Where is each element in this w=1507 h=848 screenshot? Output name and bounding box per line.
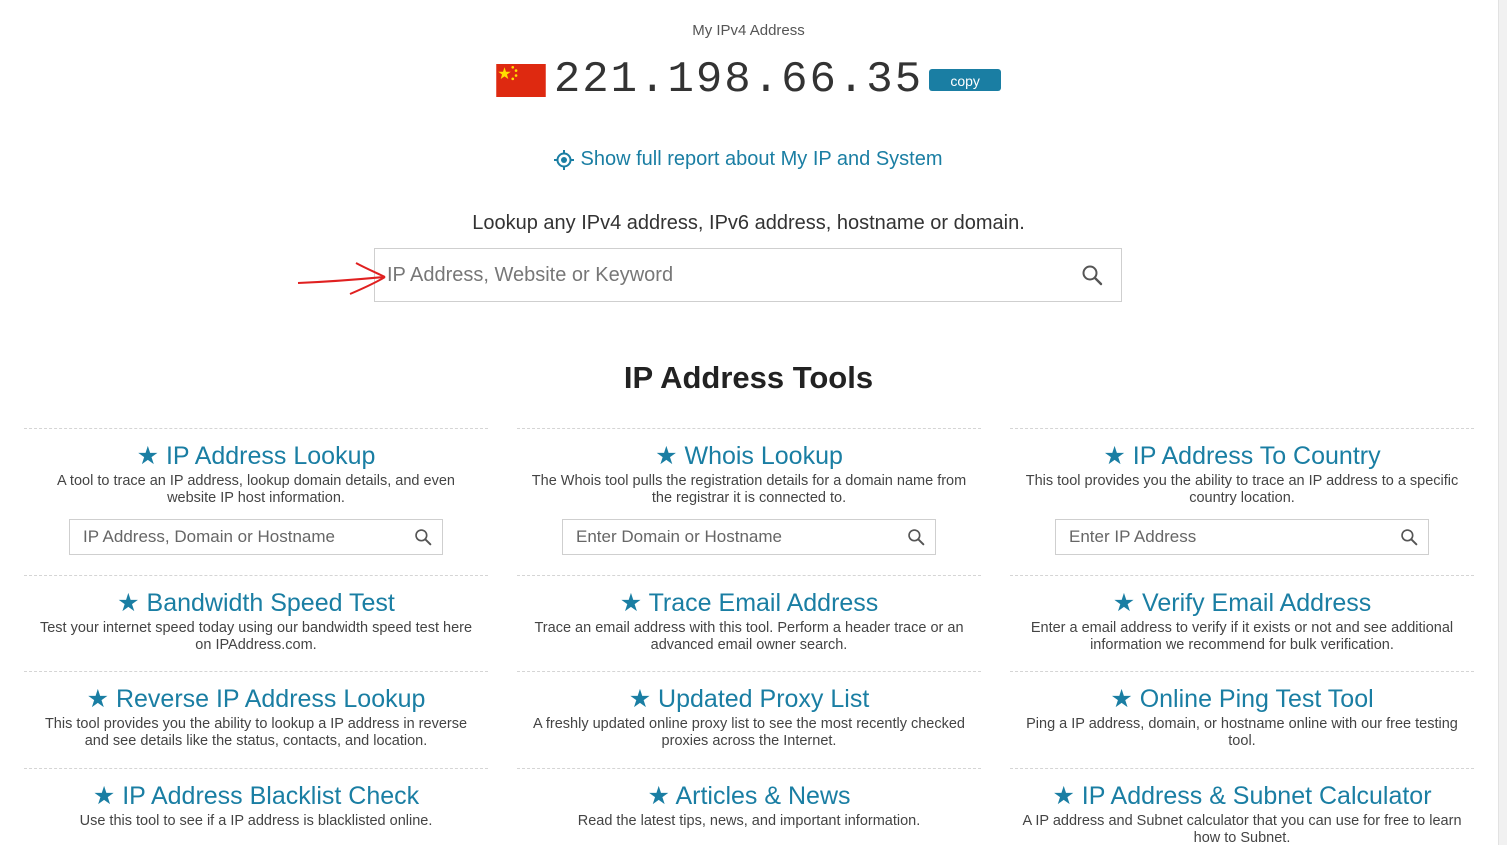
tool-title[interactable]: ★ Trace Email Address — [517, 588, 981, 618]
tool-description: This tool provides you the ability to lo… — [44, 716, 468, 749]
tool-title[interactable]: ★ IP Address To Country — [1010, 441, 1474, 471]
main-search-input[interactable] — [375, 254, 1069, 296]
tool-title[interactable]: ★ Articles & News — [517, 781, 981, 811]
tool-verify-email: ★ Verify Email Address Enter a email add… — [1010, 575, 1474, 671]
red-arrow-annotation — [297, 262, 386, 295]
tool-ping-test: ★ Online Ping Test Tool Ping a IP addres… — [1010, 671, 1474, 768]
tool-whois-lookup: ★ Whois Lookup The Whois tool pulls the … — [517, 428, 981, 575]
tool-title[interactable]: ★ Updated Proxy List — [517, 684, 981, 714]
tool-title[interactable]: ★ IP Address Blacklist Check — [24, 781, 488, 811]
search-icon[interactable] — [1081, 264, 1103, 286]
tool-ip-blacklist-check: ★ IP Address Blacklist Check Use this to… — [24, 768, 488, 848]
tool-title[interactable]: ★ Whois Lookup — [517, 441, 981, 471]
tool-title[interactable]: ★ Bandwidth Speed Test — [24, 588, 488, 618]
tool-trace-email: ★ Trace Email Address Trace an email add… — [517, 575, 981, 671]
tool-description: Enter a email address to verify if it ex… — [1030, 620, 1454, 653]
china-flag-icon — [496, 63, 546, 97]
tool-description: Trace an email address with this tool. P… — [534, 620, 964, 653]
tool-title[interactable]: ★ Verify Email Address — [1010, 588, 1474, 618]
tool-ip-to-country: ★ IP Address To Country This tool provid… — [1010, 428, 1474, 575]
tool-search-box — [1055, 519, 1429, 555]
tools-column-1: ★ IP Address Lookup A tool to trace an I… — [24, 428, 488, 848]
tool-description: Read the latest tips, news, and importan… — [577, 813, 921, 829]
copy-button[interactable]: copy — [929, 69, 1002, 91]
tool-description: Ping a IP address, domain, or hostname o… — [1026, 716, 1458, 749]
tool-ip-address-lookup: ★ IP Address Lookup A tool to trace an I… — [24, 428, 488, 575]
ip-lookup-input[interactable] — [70, 526, 395, 548]
tool-articles-news: ★ Articles & News Read the latest tips, … — [517, 768, 981, 848]
full-report-link-text[interactable]: Show full report about My IP and System — [580, 148, 942, 171]
ip-to-country-input[interactable] — [1056, 526, 1381, 548]
tool-title[interactable]: ★ IP Address Lookup — [24, 441, 488, 471]
ip-address-value: 221.198.66.35 — [553, 55, 924, 105]
tools-column-3: ★ IP Address To Country This tool provid… — [1010, 428, 1474, 848]
search-icon[interactable] — [907, 528, 925, 546]
tool-search-box — [69, 519, 443, 555]
tool-description: A tool to trace an IP address, lookup do… — [57, 473, 455, 506]
tool-search-box — [562, 519, 936, 555]
tool-description: A freshly updated online proxy list to s… — [532, 716, 965, 749]
tool-subnet-calculator: ★ IP Address & Subnet Calculator A IP ad… — [1010, 768, 1474, 848]
ip-caption: My IPv4 Address — [692, 22, 805, 39]
scrollbar[interactable] — [1498, 0, 1507, 845]
tool-title[interactable]: ★ Reverse IP Address Lookup — [24, 684, 488, 714]
full-report-link[interactable]: Show full report about My IP and System — [0, 148, 1497, 171]
lookup-caption: Lookup any IPv4 address, IPv6 address, h… — [472, 212, 1025, 234]
tool-title[interactable]: ★ IP Address & Subnet Calculator — [1010, 781, 1474, 811]
tool-description: Use this tool to see if a IP address is … — [79, 813, 433, 829]
whois-input[interactable] — [563, 526, 888, 548]
tool-description: A IP address and Subnet calculator that … — [1022, 813, 1462, 846]
ip-row: 221.198.66.35 copy — [0, 56, 1497, 104]
search-icon[interactable] — [414, 528, 432, 546]
tools-section-title: IP Address Tools — [623, 360, 874, 395]
tool-description: Test your internet speed today using our… — [39, 620, 473, 653]
tool-reverse-ip-lookup: ★ Reverse IP Address Lookup This tool pr… — [24, 671, 488, 768]
tool-description: This tool provides you the ability to tr… — [1025, 473, 1459, 506]
tool-title[interactable]: ★ Online Ping Test Tool — [1010, 684, 1474, 714]
tool-bandwidth-speed-test: ★ Bandwidth Speed Test Test your interne… — [24, 575, 488, 671]
tools-column-2: ★ Whois Lookup The Whois tool pulls the … — [517, 428, 981, 848]
search-icon[interactable] — [1400, 528, 1418, 546]
tool-proxy-list: ★ Updated Proxy List A freshly updated o… — [517, 671, 981, 768]
tool-description: The Whois tool pulls the registration de… — [531, 473, 967, 506]
target-icon — [554, 149, 575, 170]
main-search-box — [374, 248, 1122, 302]
